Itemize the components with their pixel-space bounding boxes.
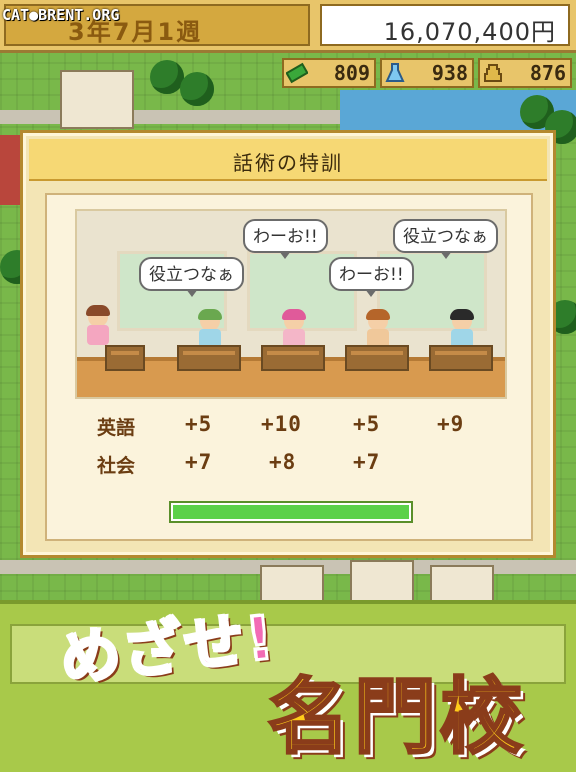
slogan-main: 名門校 [266, 669, 527, 767]
speech-bubble: わーお!! [329, 257, 414, 297]
student-desk [177, 345, 241, 371]
training-progress-fill [173, 505, 409, 519]
student-desk [261, 345, 325, 371]
top-status-bar: 3年7月1週 CAT●BRENT.ORG 16,070,400円 [0, 0, 576, 53]
teacher-podium [105, 345, 145, 371]
dialog-title: 話術の特訓 [233, 151, 343, 175]
resource-research: 938 [380, 58, 474, 88]
resource-tickets-value: 809 [333, 61, 370, 85]
stat-value: +5 [185, 412, 213, 436]
student-desk [345, 345, 409, 371]
classroom-scene: わーお!! 役立つなぁ 役立つなぁ わーお!! [75, 209, 507, 399]
stat-label-english: 英語 [97, 417, 136, 439]
stat-value: +7 [185, 450, 213, 474]
resource-tickets: 809 [282, 58, 376, 88]
training-dialog: 話術の特訓 わーお!! 役立つなぁ 役立つなぁ わーお!! 英語 +5 +10 … [20, 130, 556, 558]
stat-value: +7 [353, 450, 381, 474]
watermark-text: CAT●BRENT.ORG [2, 6, 120, 24]
speech-bubble: 役立つなぁ [139, 257, 244, 297]
stat-value: +9 [437, 412, 465, 436]
green-ticket-icon [286, 62, 308, 84]
resource-research-value: 938 [431, 61, 468, 85]
teacher-character [85, 305, 111, 347]
speech-bubble: わーお!! [243, 219, 328, 259]
stat-value: +8 [269, 450, 297, 474]
resource-trophy: 876 [478, 58, 572, 88]
dialog-title-bar: 話術の特訓 [29, 139, 547, 181]
student-desk [429, 345, 493, 371]
speech-bubble: 役立つなぁ [393, 219, 498, 259]
money-display: 16,070,400円 [320, 4, 570, 46]
trophy-stand-icon [484, 64, 502, 82]
dialog-content: わーお!! 役立つなぁ 役立つなぁ わーお!! 英語 +5 +10 +5 +9 … [45, 193, 533, 541]
stat-label-social: 社会 [97, 455, 136, 477]
money-text: 16,070,400円 [383, 18, 556, 46]
stat-value: +5 [353, 412, 381, 436]
training-progress-bar [169, 501, 413, 523]
resource-trophy-value: 876 [529, 61, 566, 85]
flask-icon [385, 63, 405, 82]
stat-value: +10 [261, 412, 302, 436]
